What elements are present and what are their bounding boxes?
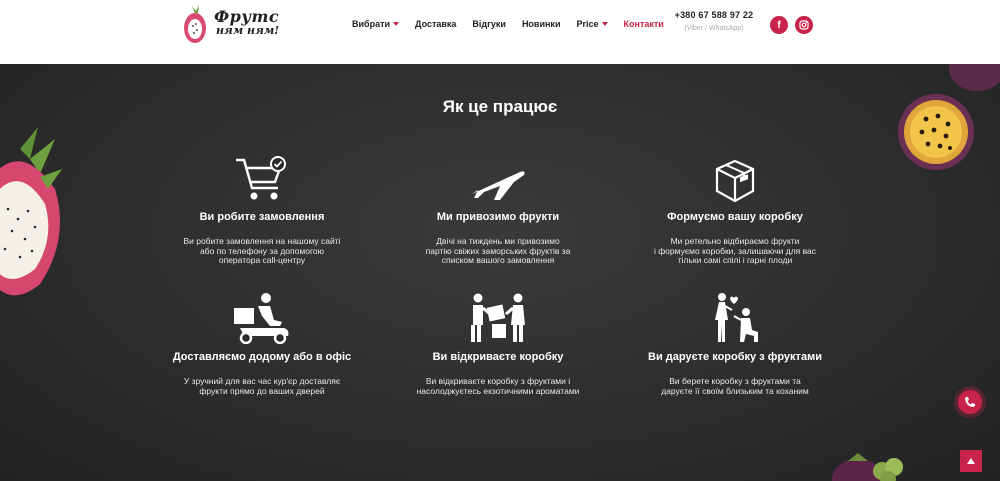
nav-label: Відгуки <box>472 19 506 29</box>
instagram-icon[interactable] <box>795 16 813 34</box>
nav-label: Вибрати <box>352 19 391 29</box>
step-title: Формуємо вашу коробку <box>667 211 803 223</box>
desc-line: оператора call-центру <box>218 255 306 265</box>
step-gift-box: Ви даруєте коробку з фруктами Ви берете … <box>620 292 850 396</box>
step-open-box: Ви відкриваєте коробку Ви відкриваєте ко… <box>383 292 613 396</box>
nav-item-novynky[interactable]: Новинки <box>522 19 561 29</box>
chevron-down-icon <box>601 22 608 26</box>
dragonfruit-decoration-icon <box>0 127 62 296</box>
site-header: Фрутс ням ням! Вибрати Доставка Відгуки … <box>0 0 1000 64</box>
step-description: Ви робите замовлення на нашому сайті або… <box>147 236 377 266</box>
step-title: Ви робите замовлення <box>199 211 325 223</box>
nav-label: Price <box>576 19 599 29</box>
desc-line: тільки самі спілі і гарні плоди <box>677 255 793 265</box>
desc-line: насолоджуєтесь екзотичними ароматами <box>416 385 580 396</box>
step-courier: Доставляємо додому або в офіс У зручний … <box>147 292 377 396</box>
step-delivery-fruits: Ми привозимо фрукти Двічі на тиждень ми … <box>383 152 613 266</box>
nav-label: Доставка <box>415 19 457 29</box>
step-description: Ви відкриваєте коробку з фруктами і насо… <box>383 376 613 396</box>
nav-item-dostavka[interactable]: Доставка <box>415 19 456 29</box>
step-title: Ми привозимо фрукти <box>436 211 560 223</box>
passionfruit-decoration-icon <box>898 64 1000 170</box>
proposal-icon <box>715 293 758 342</box>
nav-label: Контакти <box>623 19 664 29</box>
step-order: Ви робите замовлення Ви робите замовленн… <box>147 152 377 266</box>
logo-title: Фрутс <box>214 7 280 26</box>
step-description: У зручний для вас час кур'єр доставляє ф… <box>147 376 377 396</box>
phone-messengers: (Viber / WhatsApp) <box>684 25 744 32</box>
people-box-icon <box>471 293 525 342</box>
arrow-up-icon <box>967 458 975 464</box>
step-title: Доставляємо додому або в офіс <box>172 351 352 363</box>
step-description: Ми ретельно відбираємо фрукти і формуємо… <box>620 236 850 266</box>
logo-subtitle: ням ням! <box>216 24 280 37</box>
nav-label: Новинки <box>521 19 561 29</box>
phone-block[interactable]: +380 67 588 97 22 (Viber / WhatsApp) <box>674 10 754 32</box>
call-button[interactable] <box>958 390 982 414</box>
airplane-icon <box>472 171 525 200</box>
how-it-works-section: Як це працює Ви робите замовлення Ви роб… <box>0 64 1000 481</box>
step-description: Двічі на тиждень ми привозимо партію сві… <box>383 236 613 266</box>
desc-line: даруєте її своїм близьким та коханим <box>661 385 809 396</box>
box-icon <box>715 159 755 203</box>
chevron-down-icon <box>393 22 400 26</box>
phone-number[interactable]: +380 67 588 97 22 <box>674 10 754 20</box>
nav-item-kontakty[interactable]: Контакти <box>624 19 664 29</box>
desc-line: фрукти прямо до ваших дверей <box>199 385 325 396</box>
phone-icon <box>965 397 975 407</box>
mangosteen-decoration-icon <box>832 453 903 481</box>
step-form-box: Формуємо вашу коробку Ми ретельно відбир… <box>620 152 850 266</box>
desc-line: списком вашого замовлення <box>441 255 555 265</box>
main-nav: Вибрати Доставка Відгуки Новинки Price К… <box>352 19 680 29</box>
courier-scooter-icon <box>234 293 289 344</box>
logo-text[interactable]: Фрутс ням ням! <box>214 7 280 38</box>
cart-check-icon <box>236 156 286 200</box>
nav-item-vybraty[interactable]: Вибрати <box>352 19 400 29</box>
step-title: Ви відкриваєте коробку <box>432 351 564 363</box>
nav-item-price[interactable]: Price <box>576 19 608 29</box>
step-description: Ви берете коробку з фруктами та даруєте … <box>620 376 850 396</box>
nav-item-vidguky[interactable]: Відгуки <box>472 19 506 29</box>
step-title: Ви даруєте коробку з фруктами <box>648 351 822 363</box>
section-title: Як це працює <box>442 97 558 116</box>
facebook-icon[interactable]: f <box>770 16 788 34</box>
scroll-to-top-button[interactable] <box>960 450 982 472</box>
